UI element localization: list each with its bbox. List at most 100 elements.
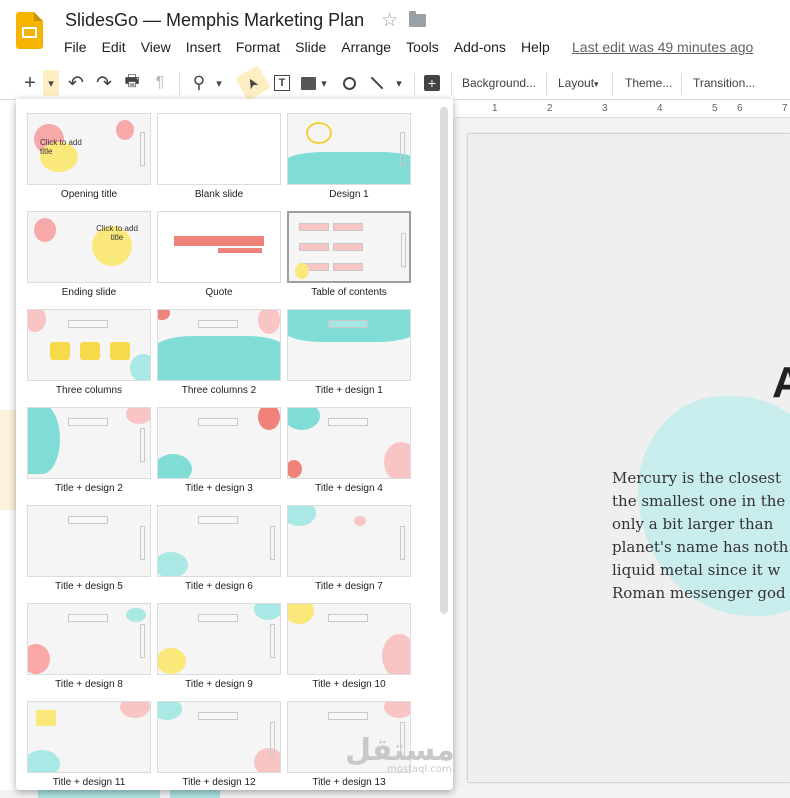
ruler-mark: 3 xyxy=(602,103,608,114)
watermark-latin: mostaql.com xyxy=(387,764,452,775)
star-icon[interactable]: ☆ xyxy=(381,9,398,32)
pink-blob xyxy=(120,702,150,718)
layout-label: Title + design 5 xyxy=(55,581,123,592)
line-dropdown-icon[interactable]: ▾ xyxy=(392,70,406,96)
line-tool-icon[interactable] xyxy=(366,70,388,96)
new-slide-dropdown-button[interactable]: ▾ xyxy=(43,70,59,96)
layout-label: Three columns 2 xyxy=(181,385,257,396)
layout-thumb-title-design-4[interactable] xyxy=(287,407,411,479)
pink-blob xyxy=(258,408,280,430)
mint-blob xyxy=(126,608,146,622)
textbox-tool-icon[interactable]: T xyxy=(270,70,294,96)
title-box xyxy=(198,614,238,622)
layout-thumb-design-1[interactable] xyxy=(287,113,411,185)
layout-thumb-title-design-7[interactable] xyxy=(287,505,411,577)
slides-logo-icon[interactable] xyxy=(16,12,43,49)
document-title[interactable]: SlidesGo — Memphis Marketing Plan xyxy=(65,10,364,31)
image-icon[interactable] xyxy=(298,70,318,96)
paint-format-button[interactable]: ¶ xyxy=(148,70,172,96)
filmstrip-fragment xyxy=(0,410,16,510)
menu-addons[interactable]: Add-ons xyxy=(454,39,506,55)
side-box xyxy=(270,722,275,756)
slide-body-text[interactable]: Mercury is the closest the smallest one … xyxy=(612,467,790,605)
menu-arrange[interactable]: Arrange xyxy=(341,39,391,55)
layout-thumb-title-design-2[interactable] xyxy=(27,407,151,479)
layout-thumb-blank-slide[interactable] xyxy=(157,113,281,185)
title-box xyxy=(198,418,238,426)
layout-label: Opening title xyxy=(60,189,118,200)
undo-button[interactable]: ↶ xyxy=(64,70,88,96)
layout-thumb-three-columns-2[interactable] xyxy=(157,309,281,381)
layout-label: Title + design 8 xyxy=(55,679,123,690)
placeholder-title: Click to add title xyxy=(40,138,82,156)
background-button[interactable]: Background... xyxy=(462,76,536,90)
layout-label: Blank slide xyxy=(194,189,244,200)
layout-thumb-table-of-contents[interactable] xyxy=(287,211,411,283)
app-bar: SlidesGo — Memphis Marketing Plan ☆ File… xyxy=(0,0,790,64)
layout-thumb-title-design-1[interactable] xyxy=(287,309,411,381)
add-comment-icon[interactable]: + xyxy=(421,70,443,96)
panel-scrollbar[interactable] xyxy=(440,107,448,614)
shape-icon[interactable] xyxy=(338,70,360,96)
menu-slide[interactable]: Slide xyxy=(295,39,326,55)
yellow-blob xyxy=(295,263,309,279)
layout-thumb-three-columns[interactable] xyxy=(27,309,151,381)
current-slide[interactable]: A Mercury is the closest the smallest on… xyxy=(468,134,790,782)
pink-blob xyxy=(382,634,410,674)
layout-thumb-title-design-12[interactable] xyxy=(157,701,281,773)
filmstrip-bottom xyxy=(0,790,453,798)
menu-help[interactable]: Help xyxy=(521,39,550,55)
layout-thumb-title-design-10[interactable] xyxy=(287,603,411,675)
menu-insert[interactable]: Insert xyxy=(186,39,221,55)
toolbar-divider xyxy=(414,73,415,95)
zoom-dropdown-icon[interactable]: ▾ xyxy=(212,70,226,96)
yellow-blob xyxy=(288,604,314,624)
title-box xyxy=(198,712,238,720)
side-box xyxy=(400,526,405,560)
title-box xyxy=(328,712,368,720)
layout-thumb-title-design-11[interactable] xyxy=(27,701,151,773)
menu-file[interactable]: File xyxy=(64,39,87,55)
layout-thumb-quote[interactable] xyxy=(157,211,281,283)
pink-blob xyxy=(158,310,170,320)
layout-thumb-title-design-3[interactable] xyxy=(157,407,281,479)
menu-view[interactable]: View xyxy=(141,39,171,55)
layout-thumb-ending-slide[interactable]: Click to add title xyxy=(27,211,151,283)
layout-button[interactable]: Layout▾ xyxy=(558,76,599,90)
horizontal-ruler: 1 2 3 4 5 6 7 xyxy=(457,101,790,118)
toolbar-divider xyxy=(179,73,180,95)
layout-thumb-title-design-9[interactable] xyxy=(157,603,281,675)
last-edit-link[interactable]: Last edit was 49 minutes ago xyxy=(572,39,753,55)
zoom-icon[interactable]: ⚲ xyxy=(187,70,211,96)
body-line: Mercury is the closest xyxy=(612,469,782,487)
layout-thumb-opening-title[interactable]: Click to add title xyxy=(27,113,151,185)
layout-label: Quote xyxy=(205,287,233,298)
transition-button[interactable]: Transition... xyxy=(693,76,755,90)
layout-arrow-icon: ▾ xyxy=(594,79,599,89)
select-tool-icon[interactable]: ➤ xyxy=(235,65,271,101)
folder-icon[interactable] xyxy=(409,11,426,27)
mint-blob xyxy=(288,152,410,184)
shape-glyph xyxy=(342,76,356,90)
new-slide-button[interactable]: + xyxy=(18,70,42,96)
layout-thumb-title-design-8[interactable] xyxy=(27,603,151,675)
layout-label: Title + design 13 xyxy=(312,777,386,788)
slide-title[interactable]: A xyxy=(772,358,790,408)
toolbar-divider xyxy=(451,73,452,95)
layout-thumb-title-design-5[interactable] xyxy=(27,505,151,577)
toc-item xyxy=(333,223,363,231)
redo-button[interactable]: ↷ xyxy=(92,70,116,96)
body-line: Roman messenger god xyxy=(612,584,786,602)
menu-format[interactable]: Format xyxy=(236,39,280,55)
layout-thumb-title-design-6[interactable] xyxy=(157,505,281,577)
theme-button[interactable]: Theme... xyxy=(625,76,672,90)
column-block xyxy=(110,342,130,360)
menu-edit[interactable]: Edit xyxy=(102,39,126,55)
image-dropdown-icon[interactable]: ▾ xyxy=(318,70,330,96)
ruler-mark: 6 xyxy=(737,103,743,114)
image-glyph xyxy=(300,76,316,90)
toc-item xyxy=(333,263,363,271)
column-block xyxy=(80,342,100,360)
print-button[interactable]: 🖶 xyxy=(120,70,144,96)
menu-tools[interactable]: Tools xyxy=(406,39,439,55)
